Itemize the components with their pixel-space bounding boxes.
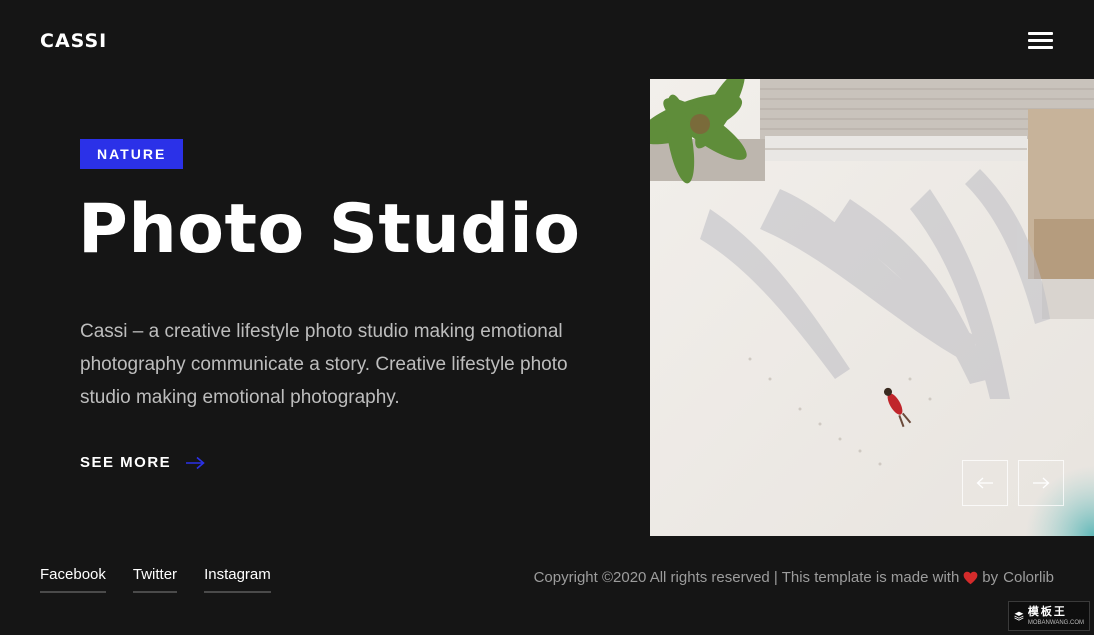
arrow-left-icon	[976, 477, 993, 489]
watermark-cn: 模板王	[1027, 605, 1067, 618]
see-more-link[interactable]: SEE MORE	[80, 454, 205, 471]
by-text: by	[982, 569, 999, 586]
facebook-link[interactable]: Facebook	[40, 566, 106, 593]
social-links: Facebook Twitter Instagram	[40, 566, 298, 593]
watermark-badge: 模板王 MOBANWANG.COM	[1008, 601, 1090, 631]
hamburger-menu-icon[interactable]	[1028, 32, 1053, 51]
see-more-label: SEE MORE	[80, 454, 172, 471]
slider-prev-button[interactable]	[962, 460, 1008, 506]
twitter-link[interactable]: Twitter	[132, 566, 178, 593]
arrow-right-icon	[1033, 477, 1050, 489]
colorlib-link[interactable]: Colorlib	[1003, 569, 1054, 586]
watermark-en: MOBANWANG.COM	[1027, 619, 1084, 626]
copyright: Copyright ©2020 All rights reserved | Th…	[534, 569, 1054, 586]
arrow-right-icon	[186, 456, 205, 469]
stack-logo-icon	[1014, 611, 1024, 621]
heart-icon	[963, 571, 978, 584]
hero-title: Photo Studio	[78, 190, 581, 269]
hero-description: Cassi – a creative lifestyle photo studi…	[80, 321, 568, 408]
logo[interactable]: CASSI	[40, 30, 107, 52]
copyright-text: Copyright ©2020 All rights reserved | Th…	[533, 569, 960, 586]
instagram-link[interactable]: Instagram	[204, 566, 271, 593]
slider-next-button[interactable]	[1018, 460, 1064, 506]
category-tag[interactable]: NATURE	[80, 139, 184, 169]
